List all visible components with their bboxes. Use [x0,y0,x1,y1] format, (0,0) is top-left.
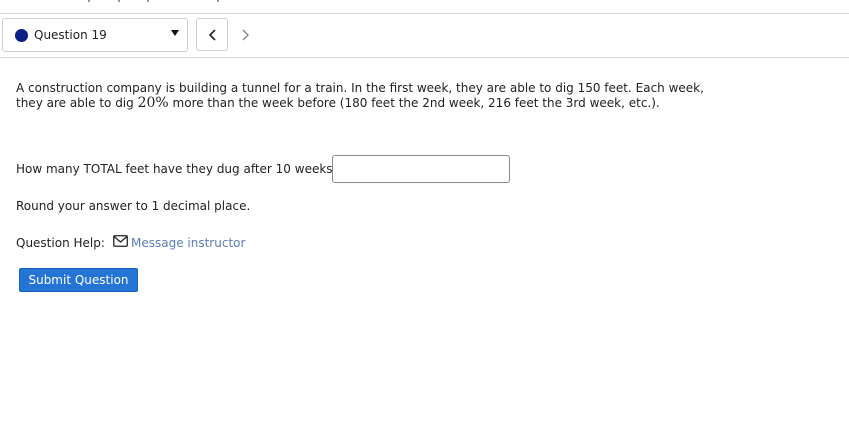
percent-symbol: % [155,95,169,111]
question-select[interactable]: Question 19 [2,18,188,52]
percent-value: 20 [137,95,156,111]
problem-text-after: more than the week before (180 feet the … [168,96,660,110]
answer-prompt: How many TOTAL feet have they dug after … [16,162,339,176]
problem-statement: A construction company is building a tun… [16,81,716,111]
chevron-left-icon [208,29,216,41]
question-status-dot [15,29,28,42]
message-instructor-link[interactable]: Message instructor [131,236,245,250]
question-help-label: Question Help: [16,236,105,250]
submit-question-button[interactable]: Submit Question [19,268,138,292]
clipped-header-remnant [0,0,260,4]
question-nav-bar: Question 19 [0,14,849,58]
question-select-label: Question 19 [34,28,107,42]
rounding-instruction: Round your answer to 1 decimal place. [16,199,251,213]
chevron-right-icon [242,29,249,41]
previous-question-button[interactable] [196,18,228,51]
next-question-button[interactable] [229,18,261,51]
mail-icon[interactable] [113,235,128,247]
answer-input[interactable] [332,155,510,183]
caret-down-icon [171,30,179,36]
